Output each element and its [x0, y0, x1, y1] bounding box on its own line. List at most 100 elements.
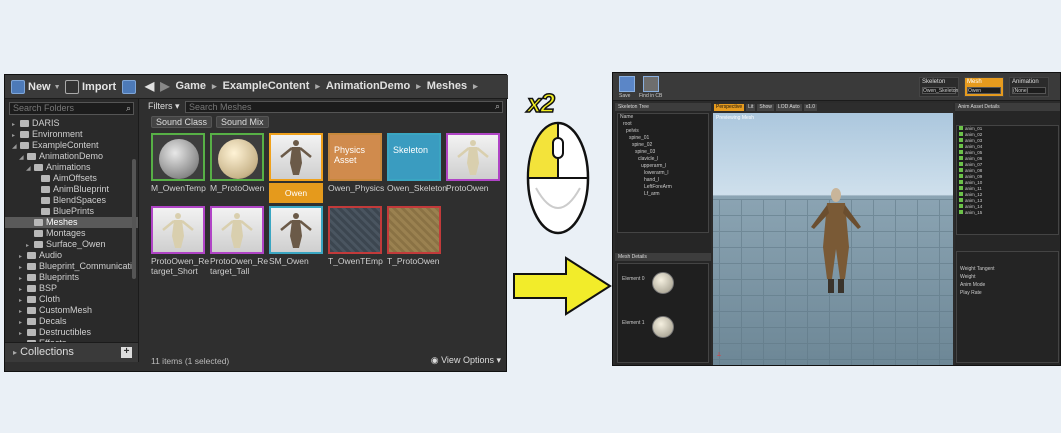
asset-tile[interactable]: ProtoOwen_Retarget_Short: [151, 206, 209, 278]
mode-button[interactable]: Mesh Owen: [964, 77, 1004, 97]
asset-tile[interactable]: T_OwenTEmp: [328, 206, 383, 278]
asset-tile[interactable]: Skeleton Owen_Skeleton: [387, 133, 447, 205]
anim-asset-icon: [959, 138, 963, 142]
folder-icon: [27, 252, 36, 259]
breadcrumb-item[interactable]: ExampleContent: [223, 80, 310, 92]
asset-thumbnail[interactable]: [210, 133, 264, 181]
folder-item[interactable]: ▸ Audio: [5, 250, 138, 261]
back-arrow-icon[interactable]: ◀: [145, 79, 154, 93]
asset-thumbnail[interactable]: [328, 206, 382, 254]
bone-row[interactable]: pelvis: [618, 128, 708, 135]
new-button[interactable]: New ▼: [11, 78, 61, 96]
asset-tile[interactable]: T_ProtoOwen: [387, 206, 441, 278]
asset-view: Filters ▾ Search Meshes ⌕ Sound Class Sou…: [145, 99, 507, 372]
asset-search-input[interactable]: Search Meshes ⌕: [185, 101, 503, 113]
asset-tile[interactable]: M_ProtoOwen: [210, 133, 264, 205]
anim-row[interactable]: anim_15: [957, 210, 1058, 216]
asset-thumbnail[interactable]: [387, 206, 441, 254]
asset-label: M_ProtoOwen: [210, 183, 265, 193]
folder-item[interactable]: ▸ Blueprints: [5, 272, 138, 283]
folder-item[interactable]: ◢ ExampleContent: [5, 140, 138, 151]
viewport-option[interactable]: Lit: [746, 104, 756, 111]
asset-tile[interactable]: ProtoOwen_Retarget_Tall: [210, 206, 268, 278]
folder-search-input[interactable]: Search Folders ⌕: [9, 102, 134, 115]
folder-item[interactable]: ▸ Surface_Owen: [5, 239, 138, 250]
folder-item[interactable]: AnimBlueprint: [5, 184, 138, 195]
mode-dropdown[interactable]: (None): [1012, 87, 1046, 94]
folder-item[interactable]: ▸ CustomMesh: [5, 305, 138, 316]
import-button[interactable]: Import: [65, 78, 116, 96]
asset-tile[interactable]: M_OwenTemp: [151, 133, 206, 205]
asset-thumbnail[interactable]: [151, 133, 205, 181]
filter-chip[interactable]: Sound Class: [151, 116, 213, 128]
bone-row[interactable]: spine_02: [618, 142, 708, 149]
asset-thumbnail[interactable]: [269, 206, 323, 254]
bone-row[interactable]: Lf_arm: [618, 191, 708, 198]
collections-header[interactable]: ▸ Collections +: [5, 342, 139, 362]
folder-item[interactable]: BluePrints: [5, 206, 138, 217]
save-all-button[interactable]: [122, 78, 136, 96]
add-collection-icon[interactable]: +: [121, 347, 132, 358]
asset-thumbnail[interactable]: [269, 133, 323, 181]
viewport-option[interactable]: Perspective: [714, 104, 745, 111]
bone-row[interactable]: hand_l: [618, 177, 708, 184]
folder-item[interactable]: BlendSpaces: [5, 195, 138, 206]
asset-thumbnail[interactable]: [151, 206, 205, 254]
folder-item[interactable]: ▸ DARIS: [5, 118, 138, 129]
forward-arrow-icon[interactable]: ▶: [160, 79, 169, 93]
asset-tile[interactable]: Physics Asset Owen_Physics: [328, 133, 384, 205]
folder-item[interactable]: ▸ Blueprint_Communicati: [5, 261, 138, 272]
folder-item[interactable]: ▸ BSP: [5, 283, 138, 294]
save-icon[interactable]: [619, 76, 635, 92]
folder-item[interactable]: ▸ Destructibles: [5, 327, 138, 338]
bone-row[interactable]: spine_01: [618, 135, 708, 142]
folder-icon: [27, 263, 36, 270]
bone-row[interactable]: root: [618, 121, 708, 128]
breadcrumb-item[interactable]: Meshes: [427, 80, 467, 92]
viewport-option[interactable]: LOD Auto: [775, 104, 802, 111]
folder-item[interactable]: Meshes: [5, 217, 138, 228]
folder-icon: [20, 142, 29, 149]
find-in-browser-icon[interactable]: [643, 76, 659, 92]
folder-item[interactable]: ◢ Animations: [5, 162, 138, 173]
asset-tile[interactable]: Owen: [269, 133, 323, 205]
material-thumbnail[interactable]: [652, 272, 674, 294]
bone-row[interactable]: spine_03: [618, 149, 708, 156]
folder-item[interactable]: ▸ Environment: [5, 129, 138, 140]
mode-button[interactable]: Skeleton Owen_Skeleton: [919, 77, 959, 97]
persona-editor: Save Find in CB Skeleton Owen_Skeleton Mes…: [612, 72, 1061, 366]
folder-item[interactable]: ▸ Cloth: [5, 294, 138, 305]
folder-item[interactable]: AimOffsets: [5, 173, 138, 184]
bone-row[interactable]: clavicle_l: [618, 156, 708, 163]
anim-asset-icon: [959, 126, 963, 130]
asset-tile[interactable]: ProtoOwen: [446, 133, 500, 205]
mode-dropdown[interactable]: Owen: [967, 87, 1001, 94]
breadcrumb-item[interactable]: Game: [175, 80, 206, 92]
anim-asset-icon: [959, 144, 963, 148]
panel-title: Mesh Details: [615, 253, 711, 261]
viewport-option[interactable]: x1.0: [803, 104, 818, 111]
filter-chip[interactable]: Sound Mix: [216, 116, 269, 128]
view-options-button[interactable]: ◉ View Options ▾: [431, 355, 501, 366]
asset-thumbnail[interactable]: [210, 206, 264, 254]
folder-item[interactable]: Montages: [5, 228, 138, 239]
asset-tile[interactable]: SM_Owen: [269, 206, 323, 278]
bone-row[interactable]: upperarm_l: [618, 163, 708, 170]
viewport-option[interactable]: Show: [757, 104, 774, 111]
bone-row[interactable]: LeftForeArm: [618, 184, 708, 191]
breadcrumb-item[interactable]: AnimationDemo: [326, 80, 410, 92]
filters-button[interactable]: Filters ▾: [148, 101, 180, 112]
asset-thumbnail[interactable]: Skeleton: [387, 133, 441, 181]
bone-row[interactable]: Name: [618, 114, 708, 121]
folder-item[interactable]: ◢ AnimationDemo: [5, 151, 138, 162]
mode-dropdown[interactable]: Owen_Skeleton: [922, 87, 958, 94]
scrollbar[interactable]: [132, 159, 136, 279]
mode-button[interactable]: Animation (None): [1009, 77, 1049, 97]
bone-row[interactable]: lowerarm_l: [618, 170, 708, 177]
asset-thumbnail[interactable]: Physics Asset: [328, 133, 382, 181]
anim-asset-icon: [959, 174, 963, 178]
material-thumbnail[interactable]: [652, 316, 674, 338]
folder-item[interactable]: ▸ Decals: [5, 316, 138, 327]
asset-thumbnail[interactable]: [446, 133, 500, 181]
viewport[interactable]: Perspective Lit Show LOD Auto x1.0 Previewin…: [713, 103, 953, 365]
